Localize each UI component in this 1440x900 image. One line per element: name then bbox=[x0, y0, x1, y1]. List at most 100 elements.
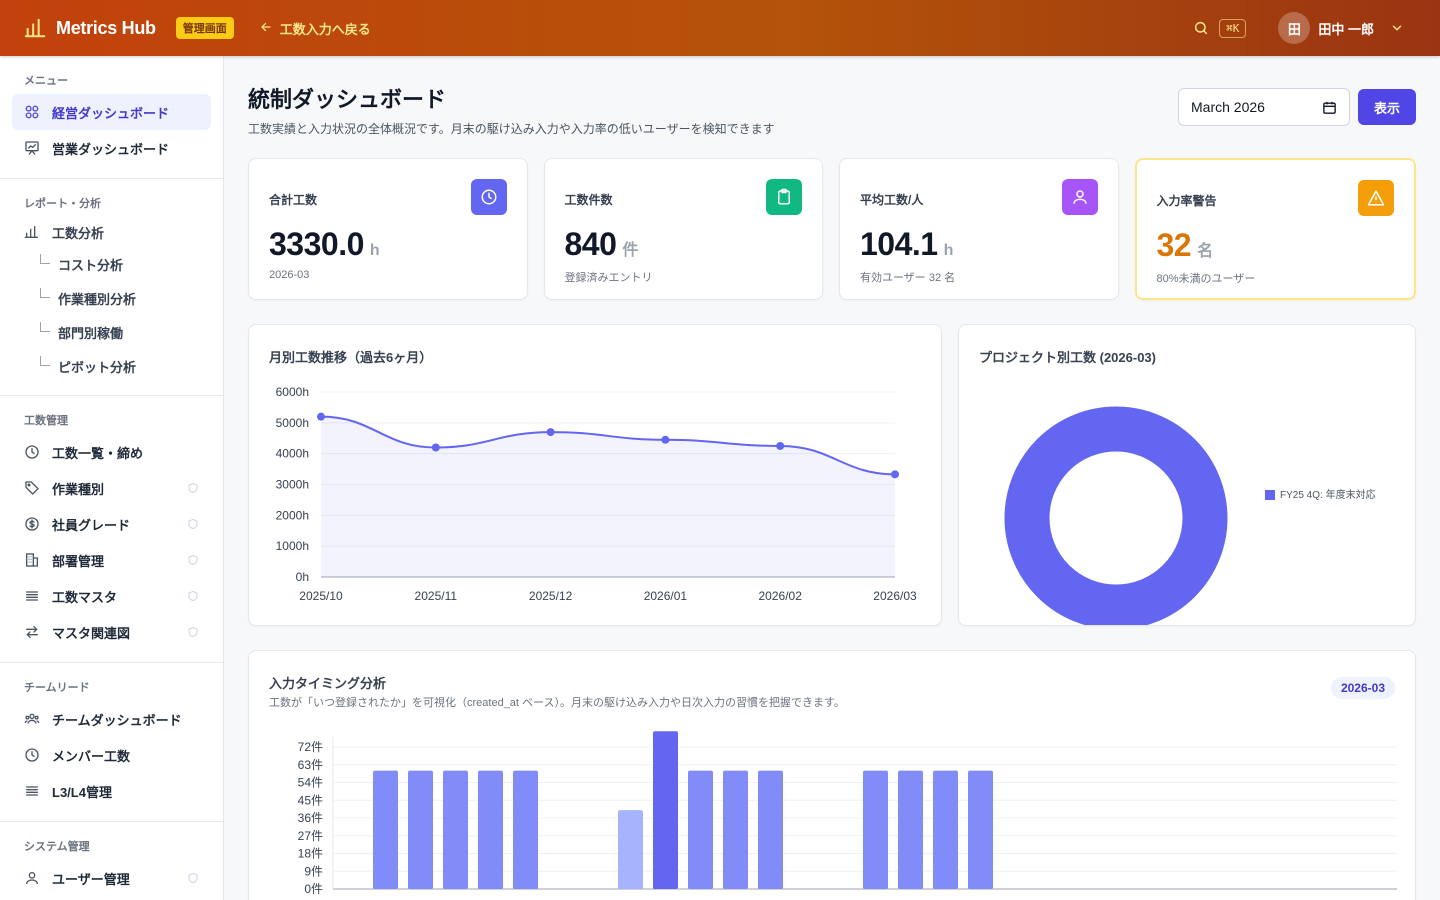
user-icon bbox=[24, 870, 40, 886]
users-icon bbox=[24, 711, 40, 727]
sidebar-item-label: 工数一覧・締め bbox=[52, 445, 144, 461]
kpi-value: 3330.0 bbox=[269, 226, 364, 262]
sidebar-item-member-effort[interactable]: メンバー工数 bbox=[12, 737, 211, 773]
sidebar: メニュー 経営ダッシュボード 営業ダッシュボード レポート・分析 工数分析 コス… bbox=[0, 56, 224, 900]
sidebar-item-effort-master[interactable]: 工数マスタ bbox=[12, 578, 211, 614]
sidebar-item-work-type[interactable]: 作業種別 bbox=[12, 470, 211, 506]
sidebar-subitem-cost[interactable]: コスト分析 bbox=[0, 247, 223, 281]
tree-branch bbox=[40, 288, 50, 298]
kpi-note: 登録済みエントリ bbox=[564, 272, 653, 284]
shield-icon bbox=[187, 872, 199, 884]
section-title-team: チームリード bbox=[24, 682, 90, 694]
sidebar-item-sales-dashboard[interactable]: 営業ダッシュボード bbox=[12, 130, 211, 166]
kpi-note: 2026-03 bbox=[269, 269, 310, 281]
x-tick-label: 2025/12 bbox=[529, 589, 573, 603]
bar bbox=[408, 770, 433, 889]
sidebar-item-label: 部署管理 bbox=[52, 553, 105, 569]
bar bbox=[758, 770, 783, 889]
y-tick-label: 1000h bbox=[276, 539, 309, 553]
bar bbox=[968, 770, 993, 889]
tree-branch bbox=[40, 356, 50, 366]
legend-item[interactable]: FY25 4Q: 年度末対応 bbox=[1265, 486, 1376, 501]
app-name: Metrics Hub bbox=[56, 17, 156, 38]
show-button[interactable]: 表示 bbox=[1358, 89, 1416, 125]
tree-branch bbox=[40, 322, 50, 332]
y-tick-label: 9件 bbox=[304, 864, 323, 878]
y-tick-label: 36件 bbox=[298, 811, 323, 825]
divider bbox=[0, 662, 223, 663]
y-tick-label: 72件 bbox=[298, 740, 323, 754]
data-point bbox=[317, 412, 325, 421]
bar bbox=[618, 810, 643, 889]
sidebar-item-dept[interactable]: 部署管理 bbox=[12, 542, 211, 578]
area-fill bbox=[321, 416, 895, 577]
kpi-value: 32 bbox=[1156, 227, 1192, 263]
section-title-effort: 工数管理 bbox=[24, 415, 68, 427]
y-tick-label: 18件 bbox=[298, 847, 323, 861]
x-tick-label: 2026/03 bbox=[873, 589, 917, 603]
grid-icon bbox=[24, 104, 40, 120]
tag-icon bbox=[24, 480, 40, 496]
project-effort-chart bbox=[1004, 406, 1228, 625]
sidebar-item-user-mgmt[interactable]: ユーザー管理 bbox=[12, 860, 211, 896]
sidebar-item-l3l4[interactable]: L3/L4管理 bbox=[12, 773, 211, 809]
bar bbox=[478, 770, 503, 889]
monthly-trend-card: 月別工数推移（過去6ヶ月） 0h 1000h 2000h 3000h 4000h 5000… bbox=[248, 324, 942, 626]
sidebar-item-effort-list[interactable]: 工数一覧・締め bbox=[12, 434, 211, 470]
y-tick-label: 27件 bbox=[298, 829, 323, 843]
sidebar-subitem-pivot[interactable]: ピボット分析 bbox=[0, 349, 223, 383]
input-timing-title: 入力タイミング分析 bbox=[269, 676, 387, 691]
x-tick-label: 2025/11 bbox=[415, 589, 458, 603]
sidebar-item-exec-dashboard[interactable]: 経営ダッシュボード bbox=[12, 94, 211, 130]
sidebar-item-label: マスタ関連図 bbox=[52, 625, 131, 641]
data-point bbox=[776, 441, 785, 450]
sidebar-subitem-dept[interactable]: 部門別稼働 bbox=[0, 315, 223, 349]
y-tick-label: 2000h bbox=[276, 508, 309, 522]
clock-icon bbox=[470, 179, 507, 215]
kpi-value: 840 bbox=[564, 226, 617, 262]
monthly-trend-chart: 0h 1000h 2000h 3000h 4000h 5000h 6000h 2025/10 2… bbox=[276, 385, 917, 603]
y-tick-label: 6000h bbox=[276, 385, 309, 399]
data-point bbox=[891, 470, 899, 479]
y-tick-label: 63件 bbox=[298, 758, 323, 772]
input-timing-card: 入力タイミング分析 工数が「いつ登録されたか」を可視化（created_at ベ… bbox=[248, 650, 1416, 900]
clock-icon bbox=[24, 747, 40, 763]
sidebar-subitem-label: ピボット分析 bbox=[58, 359, 137, 375]
month-picker[interactable]: March 2026 bbox=[1178, 88, 1350, 126]
sidebar-item-label: 工数分析 bbox=[52, 225, 105, 241]
divider bbox=[0, 395, 223, 396]
sidebar-item-label: 工数マスタ bbox=[52, 589, 118, 605]
divider bbox=[0, 178, 223, 179]
sidebar-item-master-relations[interactable]: マスタ関連図 bbox=[12, 614, 211, 650]
x-tick-label: 2026/01 bbox=[644, 589, 688, 603]
data-point bbox=[546, 428, 555, 437]
bar bbox=[933, 770, 958, 889]
user-menu[interactable]: 田 田中 一郎 bbox=[1278, 12, 1404, 44]
sidebar-subitem-worktype[interactable]: 作業種別分析 bbox=[0, 281, 223, 315]
top-bar: Metrics Hub 管理画面 工数入力へ戻る ⌘K 田 田中 一郎 bbox=[0, 0, 1440, 56]
sidebar-subitem-label: 部門別稼働 bbox=[58, 325, 124, 341]
sidebar-subitem-label: コスト分析 bbox=[58, 257, 124, 273]
avatar: 田 bbox=[1278, 12, 1311, 44]
list-icon bbox=[24, 588, 40, 604]
sidebar-subitem-label: 作業種別分析 bbox=[58, 291, 137, 307]
legend-label: FY25 4Q: 年度末対応 bbox=[1280, 490, 1376, 501]
brand[interactable]: Metrics Hub 管理画面 bbox=[24, 17, 234, 39]
y-tick-label: 4000h bbox=[276, 447, 309, 461]
sidebar-item-label: 経営ダッシュボード bbox=[52, 105, 170, 121]
sidebar-item-effort-analysis[interactable]: 工数分析 bbox=[12, 217, 211, 247]
back-to-entry-link[interactable]: 工数入力へ戻る bbox=[260, 19, 371, 38]
chevron-down-icon bbox=[1390, 21, 1404, 35]
sidebar-item-label: 営業ダッシュボード bbox=[52, 141, 170, 157]
search-shortcut-hint[interactable]: ⌘K bbox=[1219, 18, 1247, 38]
x-tick-label: 2025/10 bbox=[299, 589, 343, 603]
presentation-chart-icon bbox=[24, 140, 40, 156]
search-icon[interactable] bbox=[1193, 20, 1209, 36]
calendar-icon[interactable] bbox=[1322, 100, 1337, 115]
warning-icon bbox=[1358, 180, 1394, 216]
sidebar-item-team-dashboard[interactable]: チームダッシュボード bbox=[12, 701, 211, 737]
y-tick-label: 54件 bbox=[298, 776, 323, 790]
bar bbox=[898, 770, 923, 889]
shield-icon bbox=[187, 554, 199, 566]
sidebar-item-grade[interactable]: 社員グレード bbox=[12, 506, 211, 542]
